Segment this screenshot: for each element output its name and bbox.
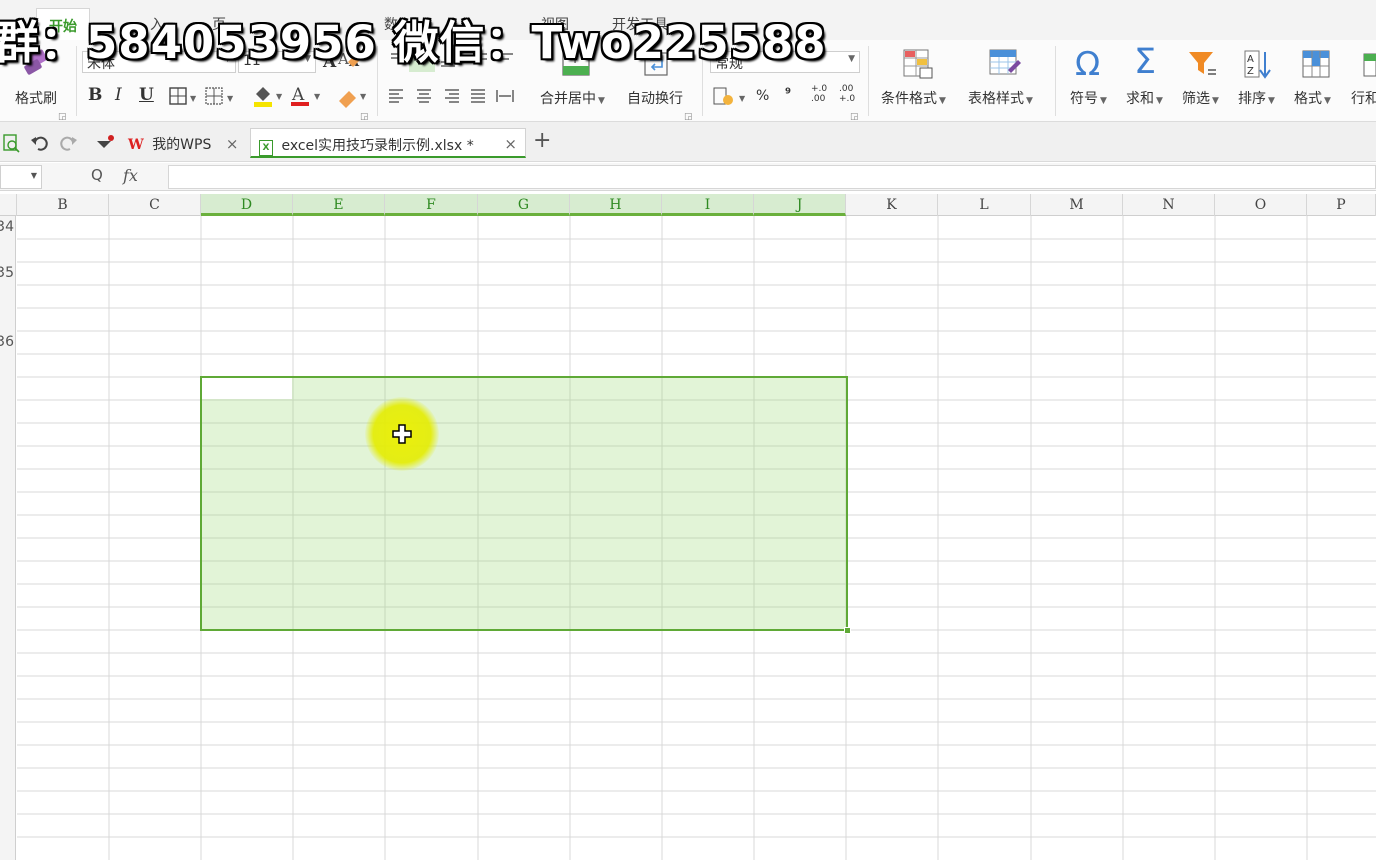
horizontal-align-icons[interactable] (387, 86, 517, 106)
conditional-format-button[interactable]: 条件格式 ▼ (881, 88, 946, 108)
column-header-g[interactable]: G (478, 194, 570, 216)
row-header-36[interactable]: 36 (0, 334, 14, 350)
new-tab-button[interactable]: + (533, 128, 551, 153)
eraser-icon[interactable]: ▼ (336, 84, 370, 108)
column-header-c[interactable]: C (109, 194, 201, 216)
spreadsheet-app-window: 开始 入 页 数 视图 开发工具 格式刷 ◲ 宋体▼ 11▼ A A B I U… (0, 0, 1376, 860)
spreadsheet-file-icon: X (259, 140, 273, 156)
format-icon (1302, 50, 1330, 78)
conditional-format-icon (903, 49, 933, 79)
currency-format-icon[interactable]: ▼ (712, 86, 752, 108)
svg-text:▼: ▼ (360, 92, 367, 101)
wrap-text-button[interactable]: 自动换行 (627, 88, 683, 108)
merge-center-button[interactable]: 合并居中 ▼ (540, 88, 605, 108)
fill-color-icon[interactable]: ▼ (252, 84, 286, 108)
column-header-e[interactable]: E (293, 194, 385, 216)
underline-button[interactable]: U (139, 85, 154, 105)
name-box-dropdown-icon[interactable]: ▼ (31, 171, 37, 180)
svg-text:Z: Z (1247, 66, 1254, 77)
font-launcher-icon[interactable]: ◲ (360, 112, 369, 122)
column-header-f[interactable]: F (385, 194, 478, 216)
format-button[interactable]: 格式 ▼ (1294, 88, 1331, 108)
format-painter-button[interactable]: 格式刷 (15, 88, 57, 108)
row-header-35[interactable]: 35 (0, 265, 14, 281)
selected-range[interactable] (200, 376, 848, 631)
symbol-button[interactable]: 符号 ▼ (1070, 88, 1107, 108)
svg-text:▼: ▼ (276, 92, 283, 101)
sum-icon: Σ (1134, 42, 1157, 82)
formula-bar: ▼ Q fx (0, 163, 1376, 191)
column-header-j[interactable]: J (754, 194, 846, 216)
svg-text:A: A (1247, 54, 1254, 65)
sort-icon: A Z (1244, 50, 1271, 79)
close-icon[interactable]: × (504, 135, 517, 153)
print-preview-icon[interactable] (2, 134, 22, 154)
column-header-d[interactable]: D (201, 194, 293, 216)
tab-my-wps[interactable]: W 我的WPS × (120, 128, 246, 158)
borders-icon[interactable]: ▼ (169, 86, 199, 106)
svg-text:▼: ▼ (227, 94, 234, 103)
formula-input[interactable] (168, 165, 1376, 189)
group-divider (868, 46, 869, 116)
italic-button[interactable]: I (115, 85, 122, 105)
cross-cursor-icon (392, 424, 412, 444)
name-box[interactable]: ▼ (0, 165, 42, 189)
font-color-icon[interactable]: A ▼ (290, 84, 324, 108)
filter-button[interactable]: 筛选 ▼ (1182, 88, 1219, 108)
svg-text:▼: ▼ (314, 92, 321, 101)
sum-button[interactable]: 求和 ▼ (1126, 88, 1163, 108)
clipboard-launcher-icon[interactable]: ◲ (58, 112, 67, 122)
cell-style-icon[interactable]: ▼ (205, 86, 241, 106)
sort-button[interactable]: 排序 ▼ (1238, 88, 1275, 108)
table-style-button[interactable]: 表格样式 ▼ (968, 88, 1033, 108)
column-header-k[interactable]: K (846, 194, 938, 216)
group-divider (1055, 46, 1056, 116)
column-header-h[interactable]: H (570, 194, 662, 216)
column-header-m[interactable]: M (1031, 194, 1123, 216)
increase-decimal-button[interactable]: +.0.00 (811, 84, 827, 104)
rows-columns-button[interactable]: 行和 (1351, 88, 1376, 108)
symbol-icon: Ω (1075, 44, 1101, 83)
column-header-o[interactable]: O (1215, 194, 1307, 216)
column-header-n[interactable]: N (1123, 194, 1215, 216)
thousands-separator-button[interactable]: ⁹ (785, 86, 791, 102)
table-style-icon (989, 49, 1021, 75)
corner-select-all[interactable] (0, 194, 17, 216)
column-header-i[interactable]: I (662, 194, 754, 216)
decrease-decimal-button[interactable]: .00 +.0 (839, 84, 855, 104)
close-icon[interactable]: × (226, 135, 239, 153)
document-tab-strip: W 我的WPS × X excel实用技巧录制示例.xlsx * × + (0, 122, 1376, 162)
insert-function-button[interactable]: fx (123, 166, 138, 185)
svg-text:▼: ▼ (190, 94, 197, 103)
column-header-b[interactable]: B (17, 194, 109, 216)
wps-logo-icon: W (128, 137, 144, 153)
undo-icon[interactable] (30, 134, 50, 154)
redo-icon[interactable] (58, 134, 78, 154)
column-header-row: B C D E F G H I J K L M N O P (0, 194, 1376, 216)
row-header-34[interactable]: 34 (0, 219, 14, 235)
filter-icon (1189, 52, 1216, 75)
customize-toolbar-icon[interactable] (95, 134, 115, 154)
column-header-l[interactable]: L (938, 194, 1031, 216)
bold-button[interactable]: B (88, 85, 102, 105)
percent-button[interactable]: % (756, 88, 769, 104)
column-header-p[interactable]: P (1307, 194, 1376, 216)
number-launcher-icon[interactable]: ◲ (850, 112, 859, 122)
fill-handle[interactable] (844, 627, 851, 634)
row-header-column: 34 35 36 (0, 216, 16, 860)
svg-text:▼: ▼ (739, 94, 746, 103)
zoom-icon[interactable]: Q (91, 166, 103, 184)
tab-excel-file[interactable]: X excel实用技巧录制示例.xlsx * × (250, 128, 526, 158)
alignment-launcher-icon[interactable]: ◲ (684, 112, 693, 122)
rows-columns-icon (1363, 53, 1376, 77)
active-cell[interactable] (202, 378, 292, 399)
watermark-text: 群：584053956 微信：Two225588 (0, 16, 827, 69)
